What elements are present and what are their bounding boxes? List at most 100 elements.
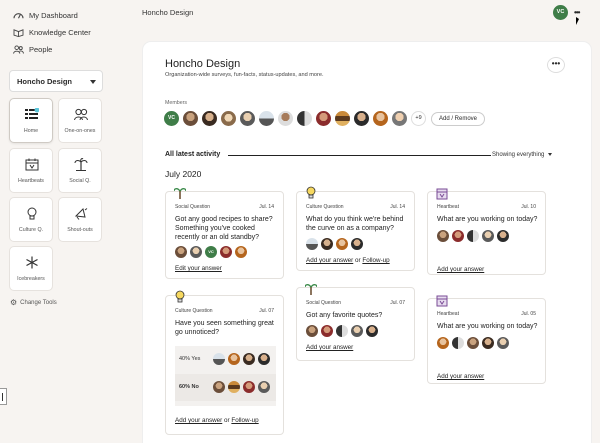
answer-avatar[interactable] <box>467 230 479 242</box>
member-avatar[interactable] <box>373 111 388 126</box>
member-avatar[interactable] <box>354 111 369 126</box>
answer-avatar[interactable] <box>482 230 494 242</box>
nav-item-dashboard[interactable]: My Dashboard <box>13 7 91 24</box>
lightbulb-icon <box>27 207 37 220</box>
answer-avatar[interactable] <box>175 246 187 258</box>
answer-avatar[interactable] <box>351 238 363 250</box>
activity-filter-dropdown[interactable]: Showing everything <box>492 152 553 158</box>
members-list: VC +9 Add / Remove <box>164 111 486 126</box>
tool-shout-outs[interactable]: Shout-outs <box>58 197 102 242</box>
answer-avatar[interactable] <box>306 325 318 337</box>
member-avatar[interactable] <box>183 111 198 126</box>
answer-avatar[interactable] <box>258 353 270 365</box>
member-avatar[interactable]: VC <box>164 111 179 126</box>
answer-avatar[interactable] <box>243 353 255 365</box>
answer-avatar[interactable]: VC <box>205 246 217 258</box>
card-type: Culture Question <box>175 308 213 314</box>
answer-avatar[interactable] <box>452 337 464 349</box>
answer-avatar[interactable] <box>366 325 378 337</box>
answer-avatar[interactable] <box>482 337 494 349</box>
activity-card[interactable]: Heartbeat Jul. 05 What are you working o… <box>427 295 546 384</box>
change-tools-link[interactable]: ⚙ Change Tools <box>10 298 57 307</box>
member-avatar[interactable] <box>240 111 255 126</box>
calendar-icon <box>25 158 39 171</box>
one-on-ones-icon <box>74 108 88 121</box>
tool-social-q[interactable]: Social Q. <box>58 148 102 193</box>
add-remove-members-button[interactable]: Add / Remove <box>431 111 486 126</box>
team-more-button[interactable]: ••• <box>547 57 565 73</box>
answer-avatar[interactable] <box>437 337 449 349</box>
answer-avatar[interactable] <box>228 353 240 365</box>
follow-up-link[interactable]: Follow-up <box>231 417 258 424</box>
lightbulb-icon <box>306 186 316 199</box>
activity-card[interactable]: Heartbeat Jul. 10 What are you working o… <box>427 188 546 275</box>
answer-avatar[interactable] <box>437 230 449 242</box>
add-answer-link[interactable]: Add your answer <box>437 373 484 380</box>
card-action: Add your answer <box>437 266 484 273</box>
member-avatar[interactable] <box>259 111 274 126</box>
answer-avatar[interactable] <box>306 238 318 250</box>
sidebar-toggle[interactable] <box>0 388 7 405</box>
more-options-icon[interactable]: ••• <box>574 8 580 17</box>
answer-avatar[interactable] <box>321 325 333 337</box>
answer-avatar[interactable] <box>228 381 240 393</box>
member-avatar[interactable] <box>221 111 236 126</box>
activity-card[interactable]: Culture Question Jul. 14 What do you thi… <box>296 186 415 271</box>
answer-avatar[interactable] <box>467 337 479 349</box>
answer-avatar[interactable] <box>190 246 202 258</box>
answer-avatars <box>306 325 381 337</box>
tool-culture-q[interactable]: Culture Q. <box>9 197 53 242</box>
answer-avatar[interactable] <box>258 381 270 393</box>
edit-answer-link[interactable]: Edit your answer <box>175 265 222 272</box>
answer-avatar[interactable] <box>336 238 348 250</box>
member-avatar[interactable] <box>278 111 293 126</box>
answer-avatar[interactable] <box>336 325 348 337</box>
card-type: Social Question <box>175 204 211 210</box>
answer-avatar[interactable] <box>497 337 509 349</box>
answer-avatar[interactable] <box>235 246 247 258</box>
tool-heartbeats[interactable]: Heartbeats <box>9 148 53 193</box>
nav-item-people[interactable]: People <box>13 41 91 58</box>
team-panel: Honcho Design Organization-wide surveys,… <box>143 42 591 443</box>
tool-label: One-on-ones <box>64 128 96 134</box>
card-question: What do you think we're behind the curve… <box>306 216 404 232</box>
tool-label: Icebreakers <box>17 276 45 282</box>
poll-label: 60% No <box>179 384 199 390</box>
member-avatar[interactable] <box>335 111 350 126</box>
tool-one-on-ones[interactable]: One-on-ones <box>58 98 102 143</box>
or-separator: or <box>355 257 361 264</box>
activity-header: All latest activity Showing everything <box>165 150 578 161</box>
answer-avatar[interactable] <box>213 381 225 393</box>
answer-avatar[interactable] <box>452 230 464 242</box>
answer-avatar[interactable] <box>351 325 363 337</box>
answer-avatar[interactable] <box>220 246 232 258</box>
nav-item-knowledge-center[interactable]: Knowledge Center <box>13 24 91 41</box>
add-answer-link[interactable]: Add your answer <box>306 344 353 351</box>
tool-icebreakers[interactable]: Icebreakers <box>9 246 53 291</box>
answer-avatar[interactable] <box>497 230 509 242</box>
tool-home[interactable]: Home <box>9 98 53 143</box>
answer-avatars <box>306 238 366 250</box>
activity-card[interactable]: Social Question Jul. 07 Got any favorite… <box>296 284 415 361</box>
lightbulb-icon <box>175 290 185 303</box>
add-answer-link[interactable]: Add your answer <box>306 257 353 264</box>
user-avatar[interactable]: VC <box>553 5 568 20</box>
follow-up-link[interactable]: Follow-up <box>362 257 389 264</box>
add-answer-link[interactable]: Add your answer <box>437 266 484 273</box>
member-avatar[interactable] <box>202 111 217 126</box>
answer-avatar[interactable] <box>213 353 225 365</box>
member-avatar[interactable] <box>297 111 312 126</box>
activity-card[interactable]: Social Question Jul. 14 Got any good rec… <box>165 188 284 279</box>
add-answer-link[interactable]: Add your answer <box>175 417 222 424</box>
poll-label: 40% Yes <box>179 356 201 362</box>
member-avatar[interactable] <box>316 111 331 126</box>
palm-tree-icon <box>305 284 317 295</box>
card-question: Got any favorite quotes? <box>306 312 383 319</box>
team-title: Honcho Design <box>165 58 241 70</box>
workspace-select[interactable]: Honcho Design <box>9 70 103 92</box>
activity-card[interactable]: Culture Question Jul. 07 Have you seen s… <box>165 290 284 435</box>
more-members-badge[interactable]: +9 <box>411 111 426 126</box>
answer-avatar[interactable] <box>243 381 255 393</box>
member-avatar[interactable] <box>392 111 407 126</box>
answer-avatar[interactable] <box>321 238 333 250</box>
